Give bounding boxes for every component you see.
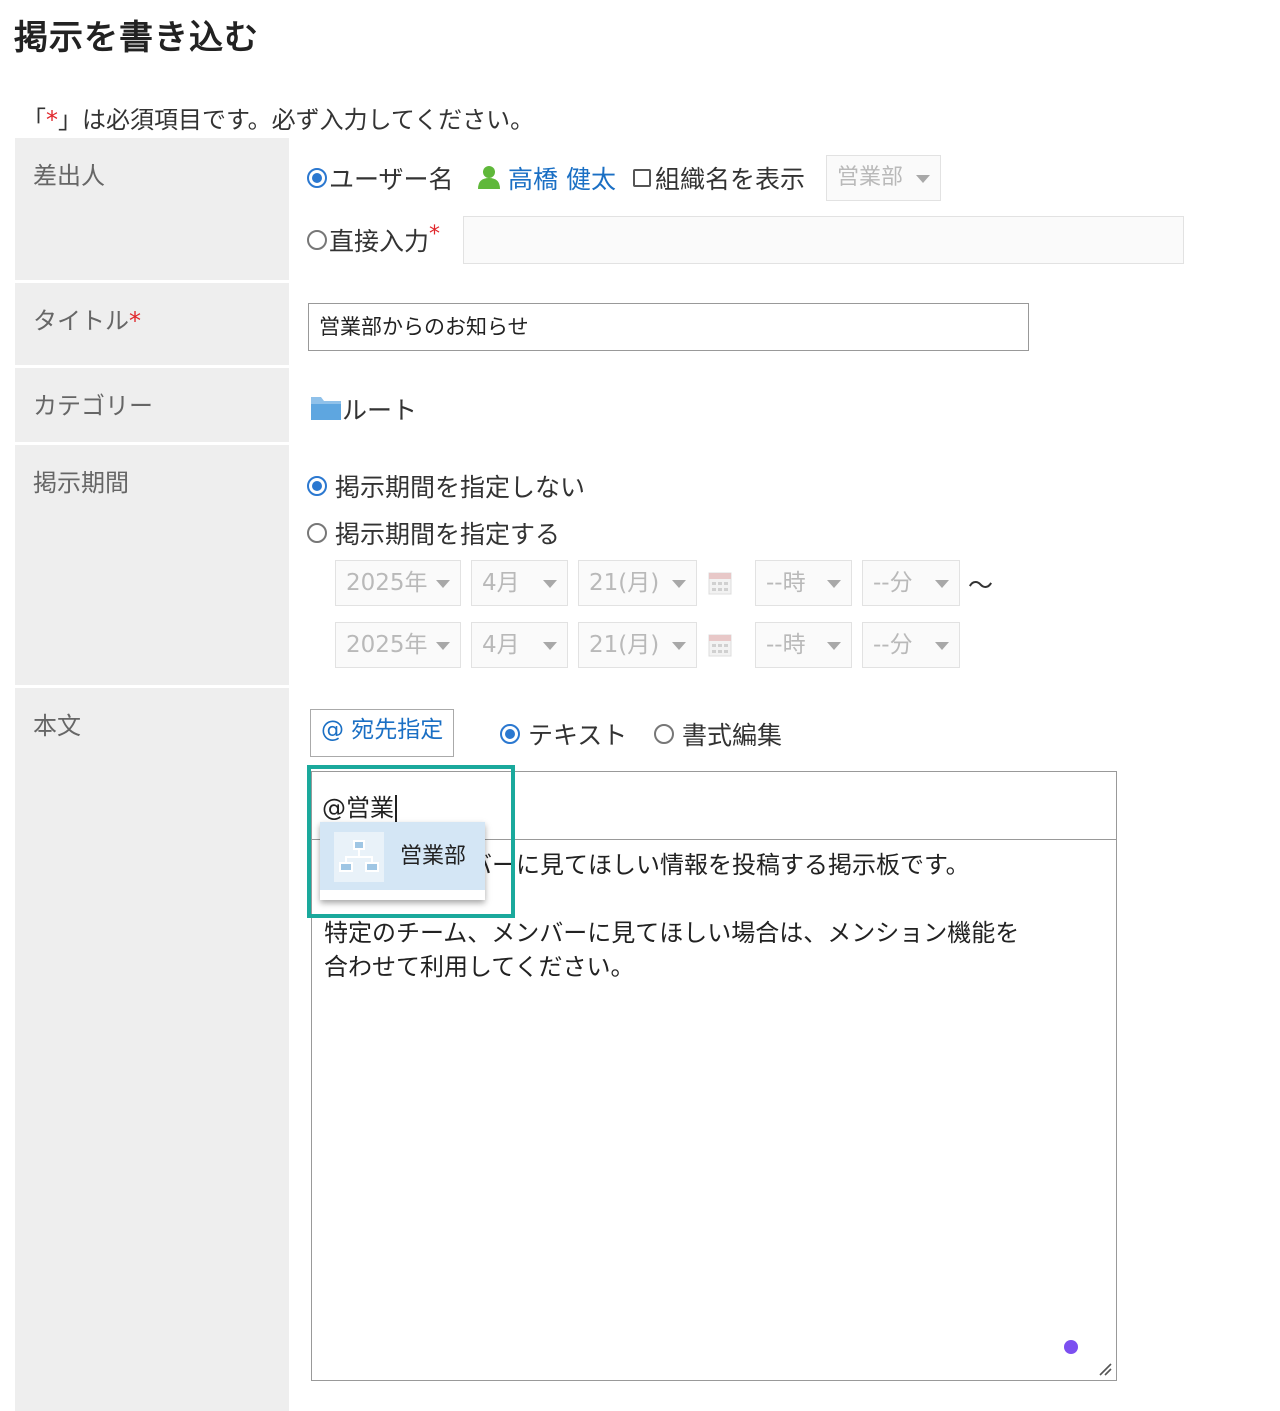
mode-text-label: テキスト [528,721,628,750]
body-label: 本文 [33,712,81,740]
page-title: 掲示を書き込む [14,18,259,58]
chevron-down-icon [935,580,949,588]
category-row: カテゴリー [15,368,1265,445]
required-star: * [129,307,141,335]
end-month-select[interactable]: 4月 [471,622,568,668]
sender-label-cell: 差出人 [15,138,289,283]
chevron-down-icon [436,580,450,588]
mode-rich-label: 書式編集 [682,721,783,750]
start-year-select[interactable]: 2025年 [335,560,461,606]
chevron-down-icon [436,642,450,650]
show-org-toggle[interactable]: 組織名を表示 [633,160,805,196]
sender-direct-label: 直接入力 [329,227,430,256]
chevron-down-icon [543,642,557,650]
chevron-down-icon [916,175,930,183]
end-day-select[interactable]: 21(月) [578,622,697,668]
period-none-label: 掲示期間を指定しない [335,473,586,502]
sender-user-name-link[interactable]: 高橋 健太 [508,160,616,196]
sender-label: 差出人 [33,162,105,190]
start-minute-select[interactable]: --分 [862,560,960,606]
sender-direct-radio-group[interactable]: 直接入力* [307,222,440,258]
org-select[interactable]: 営業部 [826,155,941,201]
range-separator: ～ [968,571,994,600]
mode-text-radio-group[interactable]: テキスト [500,716,627,752]
end-hour-select[interactable]: --時 [755,622,852,668]
mode-rich-radio[interactable] [654,724,674,744]
body-textarea[interactable]: 営業部のメンバーに見てほしい情報を投稿する掲示板です。 特定のチーム、メンバーに… [311,839,1117,1381]
start-month-select[interactable]: 4月 [471,560,568,606]
folder-icon [311,397,341,420]
sender-direct-input[interactable] [463,216,1184,264]
mode-text-radio[interactable] [500,724,520,744]
chevron-down-icon [672,580,686,588]
assistant-dot-icon[interactable] [1064,1340,1078,1354]
period-none-radio-group[interactable]: 掲示期間を指定しない [307,468,585,504]
period-set-radio-group[interactable]: 掲示期間を指定する [307,515,560,551]
sender-user-option-label: ユーザー名 [329,165,454,194]
end-year-select[interactable]: 2025年 [335,622,461,668]
period-label-cell: 掲示期間 [15,445,289,688]
mention-button[interactable]: @ 宛先指定 [310,709,455,757]
period-set-label: 掲示期間を指定する [335,520,561,549]
chevron-down-icon [827,642,841,650]
title-label: タイトル* [33,307,141,335]
required-star: * [429,222,441,247]
required-note: 「*」は必須項目です。必ず入力してください。 [22,106,535,134]
start-hour-select[interactable]: --時 [755,560,852,606]
title-label-cell: タイトル* [15,283,289,368]
category-label-cell: カテゴリー [15,368,289,445]
mode-rich-radio-group[interactable]: 書式編集 [654,716,782,752]
chevron-down-icon [935,642,949,650]
show-org-label: 組織名を表示 [655,165,806,194]
chevron-down-icon [543,580,557,588]
resize-grip-icon[interactable] [1096,1360,1112,1376]
start-day-select[interactable]: 21(月) [578,560,697,606]
user-icon [478,166,500,189]
chevron-down-icon [827,580,841,588]
period-none-radio[interactable] [307,476,327,496]
calendar-icon[interactable] [708,631,732,657]
body-label-cell: 本文 [15,688,289,1411]
highlight-frame [307,765,515,918]
required-star: * [46,106,58,134]
period-label: 掲示期間 [33,469,129,497]
sender-user-radio-group[interactable]: ユーザー名 [307,160,454,196]
show-org-checkbox[interactable] [633,169,651,187]
chevron-down-icon [672,642,686,650]
period-set-radio[interactable] [307,523,327,543]
end-minute-select[interactable]: --分 [862,622,960,668]
calendar-icon[interactable] [708,569,732,595]
title-input[interactable]: 営業部からのお知らせ [308,303,1029,351]
sender-direct-radio[interactable] [307,230,327,250]
sender-user-radio[interactable] [307,168,327,188]
category-label: カテゴリー [33,392,153,420]
category-value: ルート [342,396,418,425]
